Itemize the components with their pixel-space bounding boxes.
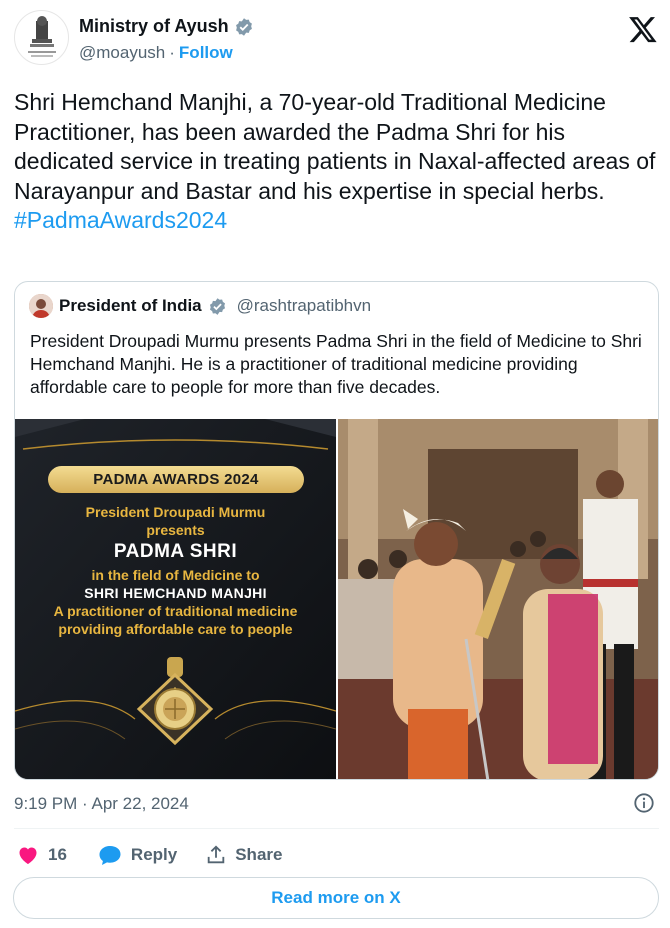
- info-icon[interactable]: [633, 792, 655, 814]
- award-poster-image[interactable]: ॰ PADMA AWARDS 2024 President Droupadi M…: [15, 419, 336, 779]
- footer-divider: [14, 828, 659, 829]
- quote-text: President Droupadi Murmu presents Padma …: [30, 331, 642, 397]
- tweet-header: Ministry of Ayush @moayush · Follow: [14, 10, 660, 70]
- poster-awardee: SHRI HEMCHAND MANJHI: [84, 585, 267, 601]
- quote-author-handle[interactable]: @rashtrapatibhvn: [237, 296, 371, 316]
- reply-bubble-icon: [99, 846, 121, 865]
- award-title-pill: PADMA AWARDS 2024: [48, 466, 304, 493]
- emblem-of-india-icon[interactable]: [14, 10, 69, 65]
- like-button[interactable]: 16: [16, 843, 67, 867]
- quote-author-name[interactable]: President of India: [59, 296, 202, 316]
- poster-award-name: PADMA SHRI: [113, 541, 238, 562]
- verified-badge-icon: [235, 17, 252, 36]
- tweet-timestamp[interactable]: 9:19 PM · Apr 22, 2024: [14, 794, 189, 814]
- hashtag-link[interactable]: #PadmaAwards2024: [14, 206, 664, 236]
- author-handle[interactable]: @moayush: [79, 43, 165, 63]
- author-name[interactable]: Ministry of Ayush: [79, 16, 229, 37]
- tweet-text: Shri Hemchand Manjhi, a 70-year-old Trad…: [14, 88, 664, 236]
- reply-button[interactable]: Reply: [97, 843, 177, 867]
- poster-presents: presents: [146, 522, 205, 538]
- poster-presenter: President Droupadi Murmu: [85, 504, 266, 520]
- x-logo-icon[interactable]: [628, 14, 658, 44]
- svg-text:॰: ॰: [174, 685, 177, 693]
- reply-label: Reply: [130, 845, 178, 864]
- verified-badge-icon: [209, 297, 225, 315]
- separator-dot: ·: [169, 43, 175, 62]
- share-label: Share: [235, 845, 283, 864]
- like-count: 16: [48, 845, 67, 864]
- heart-icon: [19, 847, 37, 864]
- poster-description-1: A practitioner of traditional medicine: [53, 603, 298, 619]
- tweet-body: Shri Hemchand Manjhi, a 70-year-old Trad…: [14, 89, 656, 204]
- share-button[interactable]: Share: [205, 844, 282, 866]
- ceremony-photo[interactable]: [338, 419, 658, 779]
- poster-field: in the field of Medicine to: [91, 567, 260, 583]
- action-bar: 16 Reply Share: [14, 842, 282, 868]
- poster-description-2: providing affordable care to people: [58, 621, 293, 637]
- follow-button[interactable]: Follow: [179, 43, 233, 63]
- read-more-button[interactable]: Read more on X: [13, 877, 659, 919]
- quoted-tweet[interactable]: President of India @rashtrapatibhvn Pres…: [14, 281, 659, 780]
- share-icon: [207, 845, 225, 864]
- quote-avatar[interactable]: [29, 294, 53, 318]
